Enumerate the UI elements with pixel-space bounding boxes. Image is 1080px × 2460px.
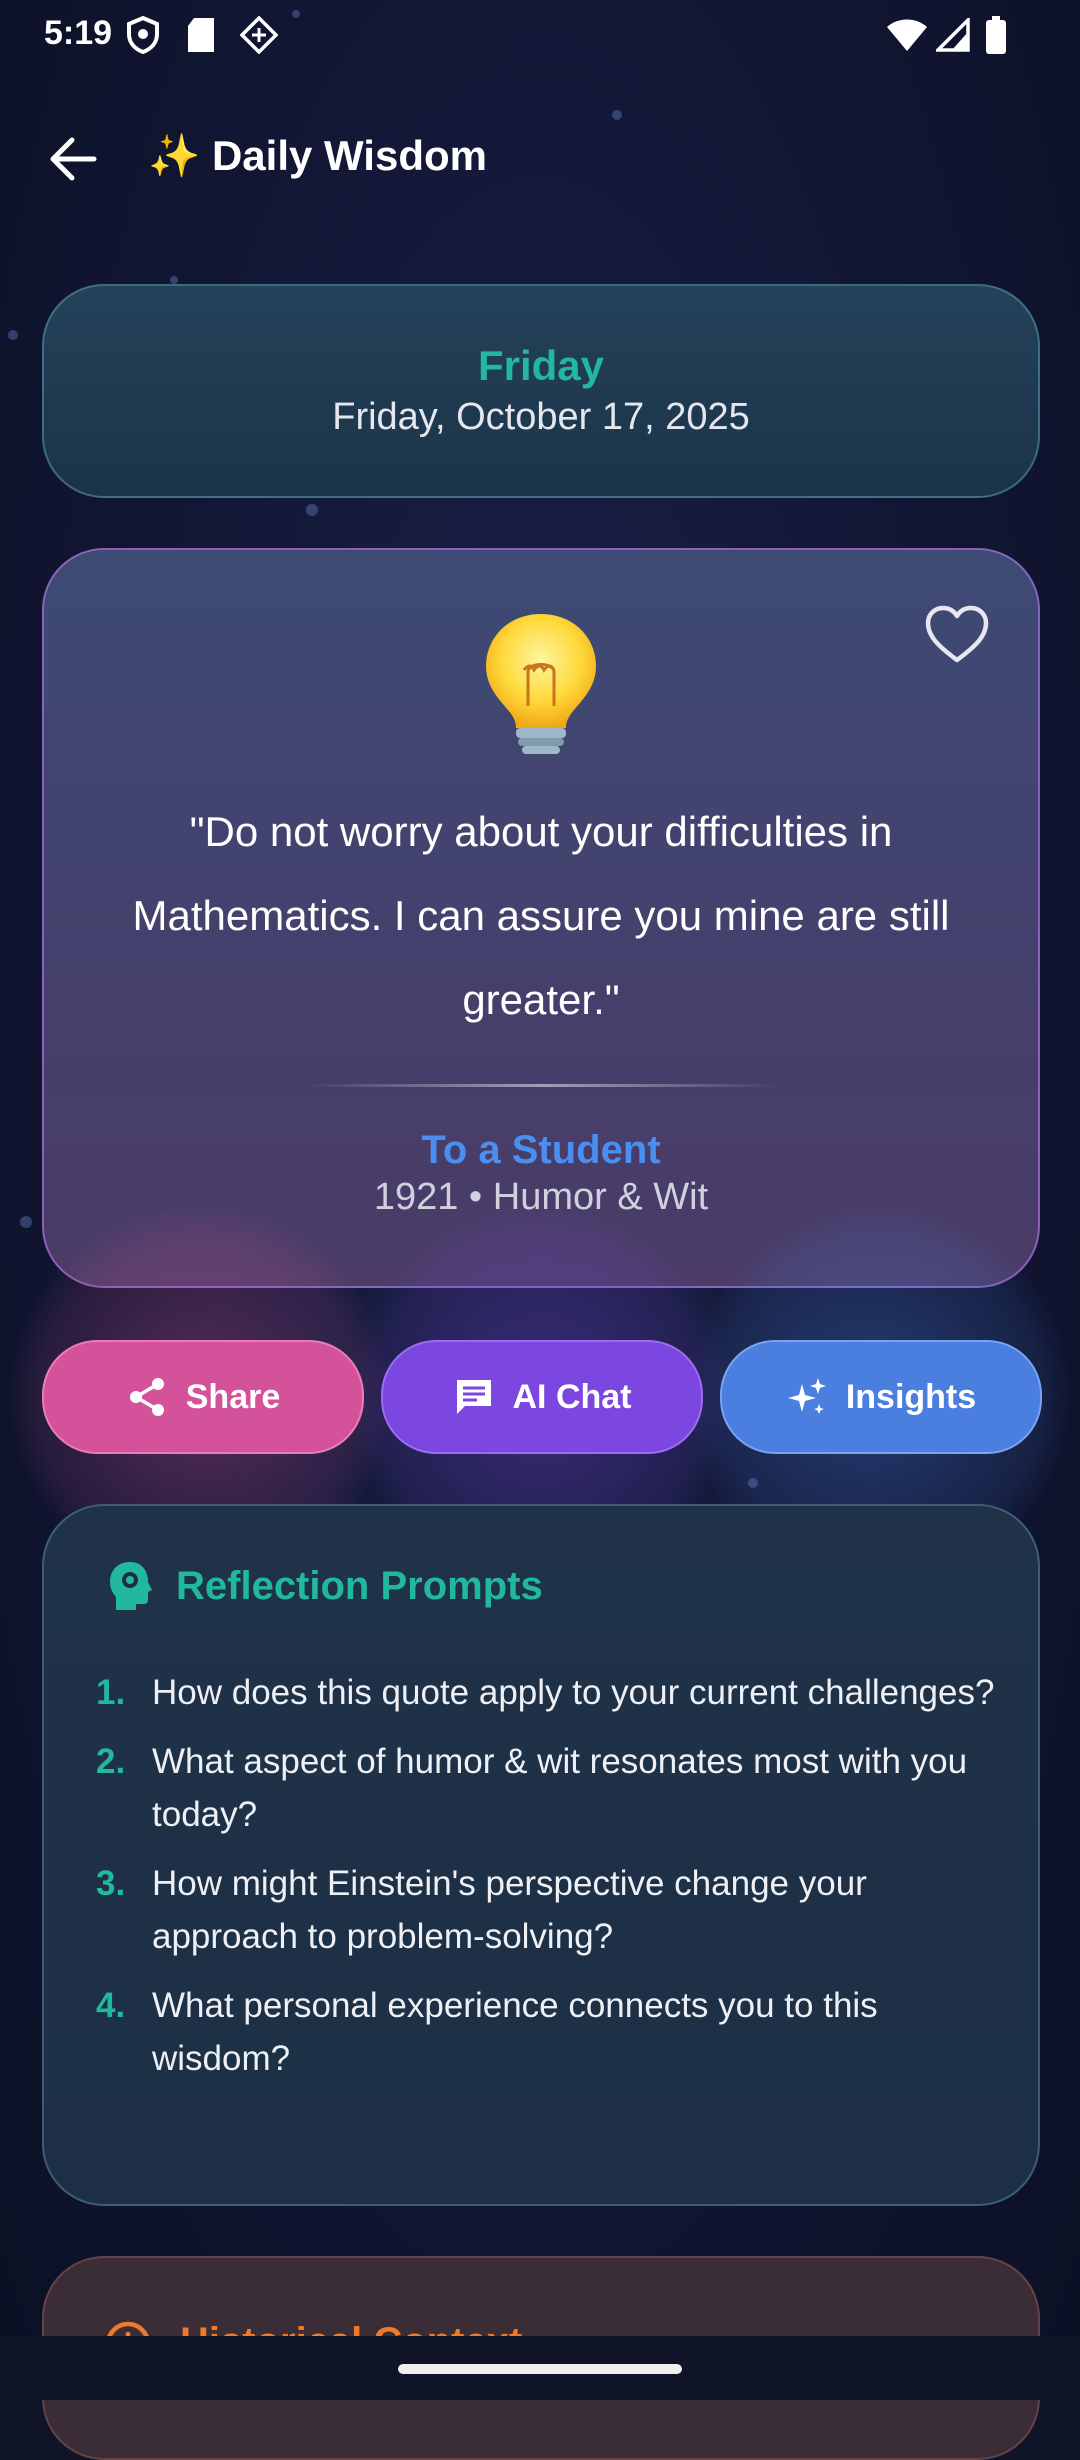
light-bulb-icon bbox=[486, 614, 596, 754]
insights-button[interactable]: Insights bbox=[720, 1340, 1042, 1454]
list-item: 2. What aspect of humor & wit resonates … bbox=[96, 1735, 1016, 1841]
day-label: Friday bbox=[477, 342, 605, 389]
reflection-title: Reflection Prompts bbox=[176, 1563, 543, 1608]
prompt-text: What aspect of humor & wit resonates mos… bbox=[152, 1742, 968, 1834]
sd-card-icon bbox=[188, 18, 214, 52]
quote-text: "Do not worry about your difficulties in… bbox=[132, 808, 950, 1023]
prompt-text: What personal experience connects you to… bbox=[152, 1986, 878, 2078]
cell-signal-icon bbox=[936, 18, 970, 52]
status-time: 5:19 bbox=[44, 14, 113, 52]
quote-divider bbox=[304, 1084, 778, 1087]
share-button[interactable]: Share bbox=[42, 1340, 364, 1454]
gesture-nav-handle[interactable] bbox=[398, 2364, 682, 2374]
date-card: Friday Friday, October 17, 2025 bbox=[42, 284, 1040, 498]
ai-chat-button[interactable]: AI Chat bbox=[381, 1340, 703, 1454]
wifi-icon bbox=[887, 19, 927, 51]
brain-head-icon bbox=[110, 1562, 152, 1610]
list-item: 3. How might Einstein's perspective chan… bbox=[96, 1857, 1016, 1963]
prompt-number: 2. bbox=[96, 1742, 126, 1781]
list-item: 4. What personal experience connects you… bbox=[96, 1979, 1016, 2085]
list-item: 1. How does this quote apply to your cur… bbox=[96, 1666, 1016, 1719]
prompt-number: 4. bbox=[96, 1986, 126, 2025]
status-bar: 5:19 bbox=[0, 0, 1080, 72]
share-icon bbox=[129, 1378, 164, 1416]
page-title: ✨ Daily Wisdom bbox=[148, 132, 487, 179]
quote-card: "Do not worry about your difficulties in… bbox=[42, 548, 1040, 1288]
prompt-text: How does this quote apply to your curren… bbox=[152, 1673, 995, 1712]
chat-bubble-icon bbox=[456, 1380, 491, 1414]
insights-label: Insights bbox=[845, 1377, 977, 1416]
quote-source: To a Student bbox=[421, 1128, 661, 1172]
share-label: Share bbox=[185, 1377, 281, 1416]
shield-icon bbox=[127, 16, 159, 54]
back-arrow-icon[interactable] bbox=[48, 136, 98, 182]
cast-diamond-icon bbox=[240, 16, 278, 54]
full-date: Friday, October 17, 2025 bbox=[332, 396, 750, 438]
prompt-number: 1. bbox=[96, 1673, 126, 1712]
reflection-prompts-list: 1. How does this quote apply to your cur… bbox=[96, 1666, 1016, 2101]
top-app-bar: ✨ Daily Wisdom bbox=[0, 112, 1080, 204]
favorite-heart-icon[interactable] bbox=[924, 604, 990, 664]
ai-chat-label: AI Chat bbox=[512, 1377, 632, 1416]
reflection-card: Reflection Prompts 1. How does this quot… bbox=[42, 1504, 1040, 2206]
reflection-header: Reflection Prompts bbox=[106, 1560, 543, 1612]
battery-icon bbox=[986, 16, 1006, 54]
sparkles-icon bbox=[787, 1378, 826, 1414]
prompt-text: How might Einstein's perspective change … bbox=[152, 1864, 867, 1956]
prompt-number: 3. bbox=[96, 1864, 126, 1903]
